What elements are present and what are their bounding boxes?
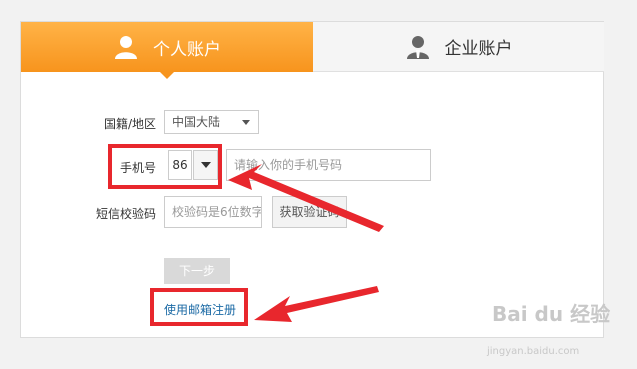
page: 个人账户 企业账户 国籍/地区 中国大陆 手机号 86 请输入你的手机号码 短信… [0, 0, 637, 369]
watermark-url: jingyan.baidu.com [487, 346, 580, 357]
arrow-to-phone [228, 164, 384, 232]
arrow-to-email [254, 286, 379, 322]
baidu-watermark: Bai du 经验 [492, 302, 611, 326]
